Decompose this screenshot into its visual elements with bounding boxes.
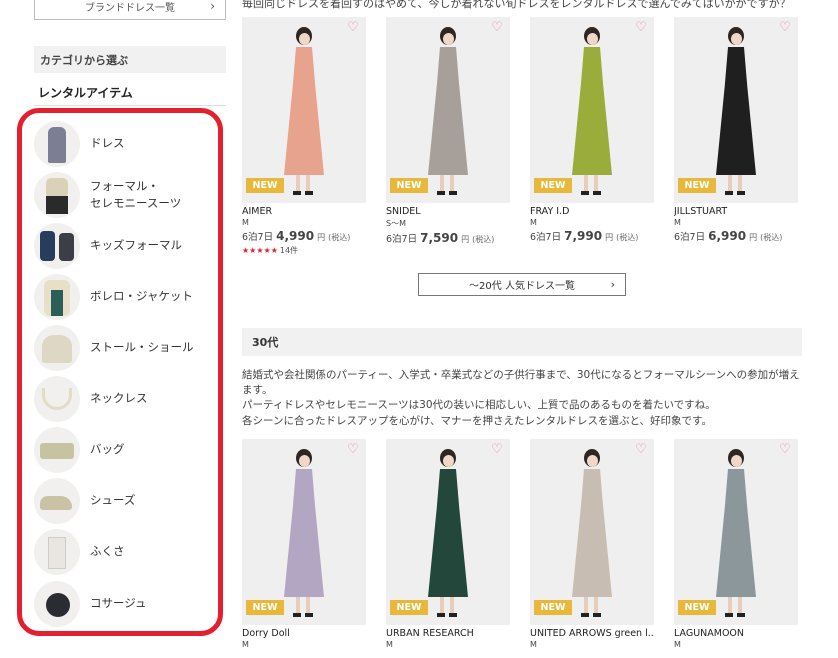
product-card[interactable]: ♡ NEW Dorry Doll M <box>242 439 366 649</box>
section-heading-30s: 30代 <box>242 328 802 356</box>
product-card[interactable]: ♡ NEW AIMER M 6泊7日 4,990 円 (税込) ★★★★★ 14件 <box>242 17 366 256</box>
brand-dress-list-button[interactable]: ブランドドレス一覧 › <box>34 0 226 20</box>
product-size: M <box>242 218 249 227</box>
product-photo[interactable]: ♡ NEW <box>674 17 798 203</box>
product-brand[interactable]: JILLSTUART <box>674 206 798 217</box>
brand-dress-list-label: ブランドドレス一覧 <box>85 2 175 14</box>
product-card[interactable]: ♡ NEW FRAY I.D M 6泊7日 7,990 円 (税込) <box>530 17 654 243</box>
price-unit: 円 <box>749 233 758 242</box>
price-row: 6泊7日 7,990 円 (税込) <box>530 229 654 243</box>
product-size: M <box>674 640 681 649</box>
product-size: M <box>530 218 537 227</box>
new-badge: NEW <box>246 600 284 615</box>
review-count: 14件 <box>279 246 299 255</box>
rental-plan: 6泊7日 <box>674 232 706 243</box>
description-line: 結婚式や会社関係のパーティー、入学式・卒業式などの子供行事まで、30代になるとフ… <box>242 369 800 397</box>
price-row: 6泊7日 6,990 円 (税込) <box>674 229 798 243</box>
new-badge: NEW <box>534 178 572 193</box>
heart-outline-icon[interactable]: ♡ <box>778 443 792 457</box>
product-card[interactable]: ♡ NEW LAGUNAMOON M <box>674 439 798 649</box>
product-photo[interactable]: ♡ NEW <box>386 17 510 203</box>
product-photo[interactable]: ♡ NEW <box>530 17 654 203</box>
description-line: 各シーンに合ったドレスアップを心がけ、マナーを押さえたレンタルドレスを選ぶと、好… <box>242 414 712 427</box>
intro-text: 毎回同じドレスを着回すのはやめて、今しか着れない旬ドレスをレンタルドレスで選んで… <box>242 0 791 10</box>
product-brand[interactable]: FRAY I.D <box>530 206 654 217</box>
sidebar: ブランドドレス一覧 › カテゴリから選ぶ レンタルアイテム ドレス フォーマル・… <box>0 0 240 658</box>
tax-note: (税込) <box>616 233 639 242</box>
heart-outline-icon[interactable]: ♡ <box>634 21 648 35</box>
heart-outline-icon[interactable]: ♡ <box>490 21 504 35</box>
chevron-right-icon: › <box>610 278 615 291</box>
product-brand[interactable]: URBAN RESEARCH <box>386 628 510 639</box>
new-badge: NEW <box>678 178 716 193</box>
rental-plan: 6泊7日 <box>242 232 274 243</box>
tax-note: (税込) <box>760 233 783 242</box>
star-rating-icon: ★★★★★ <box>242 246 278 255</box>
product-card[interactable]: ♡ NEW UNITED ARROWS green l... M <box>530 439 654 649</box>
product-price: 4,990 <box>276 229 315 243</box>
rating: ★★★★★ 14件 <box>242 245 366 256</box>
product-photo[interactable]: ♡ NEW <box>242 17 366 203</box>
product-price: 7,590 <box>420 231 459 245</box>
rental-items-heading: レンタルアイテム <box>34 84 226 106</box>
price-row: 6泊7日 4,990 円 (税込) <box>242 229 366 243</box>
product-brand[interactable]: SNIDEL <box>386 206 510 217</box>
product-card[interactable]: ♡ NEW JILLSTUART M 6泊7日 6,990 円 (税込) <box>674 17 798 243</box>
product-size: M <box>530 640 537 649</box>
popular-dress-list-button[interactable]: ～20代 人気ドレス一覧 › <box>418 273 626 296</box>
new-badge: NEW <box>390 600 428 615</box>
product-photo[interactable]: ♡ NEW <box>386 439 510 625</box>
product-size: M <box>386 640 393 649</box>
heart-outline-icon[interactable]: ♡ <box>346 443 360 457</box>
product-card[interactable]: ♡ NEW URBAN RESEARCH M <box>386 439 510 649</box>
new-badge: NEW <box>246 178 284 193</box>
product-brand[interactable]: AIMER <box>242 206 366 217</box>
chevron-right-icon: › <box>210 0 215 13</box>
heart-outline-icon[interactable]: ♡ <box>346 21 360 35</box>
product-brand[interactable]: Dorry Doll <box>242 628 366 639</box>
category-heading: カテゴリから選ぶ <box>34 46 226 73</box>
price-unit: 円 <box>317 233 326 242</box>
price-unit: 円 <box>605 233 614 242</box>
new-badge: NEW <box>678 600 716 615</box>
rental-plan: 6泊7日 <box>386 234 418 245</box>
price-unit: 円 <box>461 235 470 244</box>
highlight-outline <box>17 108 223 636</box>
tax-note: (税込) <box>328 233 351 242</box>
description-line: パーティドレスやセレモニースーツは30代の装いに相応しい、上質で品のあるものを着… <box>242 399 716 412</box>
product-photo[interactable]: ♡ NEW <box>530 439 654 625</box>
product-price: 6,990 <box>708 229 747 243</box>
product-brand[interactable]: UNITED ARROWS green l... <box>530 628 654 639</box>
price-row: 6泊7日 7,590 円 (税込) <box>386 231 510 245</box>
heart-outline-icon[interactable]: ♡ <box>778 21 792 35</box>
new-badge: NEW <box>390 178 428 193</box>
popular-dress-list-label: ～20代 人気ドレス一覧 <box>469 281 575 292</box>
section-description: 結婚式や会社関係のパーティー、入学式・卒業式などの子供行事まで、30代になるとフ… <box>242 368 802 429</box>
rental-plan: 6泊7日 <box>530 232 562 243</box>
product-size: M <box>242 640 249 649</box>
product-card[interactable]: ♡ NEW SNIDEL S～M 6泊7日 7,590 円 (税込) <box>386 17 510 245</box>
product-photo[interactable]: ♡ NEW <box>242 439 366 625</box>
new-badge: NEW <box>534 600 572 615</box>
heart-outline-icon[interactable]: ♡ <box>634 443 648 457</box>
product-size: M <box>674 218 681 227</box>
heart-outline-icon[interactable]: ♡ <box>490 443 504 457</box>
product-photo[interactable]: ♡ NEW <box>674 439 798 625</box>
product-price: 7,990 <box>564 229 603 243</box>
product-size: S～M <box>386 219 406 228</box>
tax-note: (税込) <box>472 235 495 244</box>
product-brand[interactable]: LAGUNAMOON <box>674 628 798 639</box>
